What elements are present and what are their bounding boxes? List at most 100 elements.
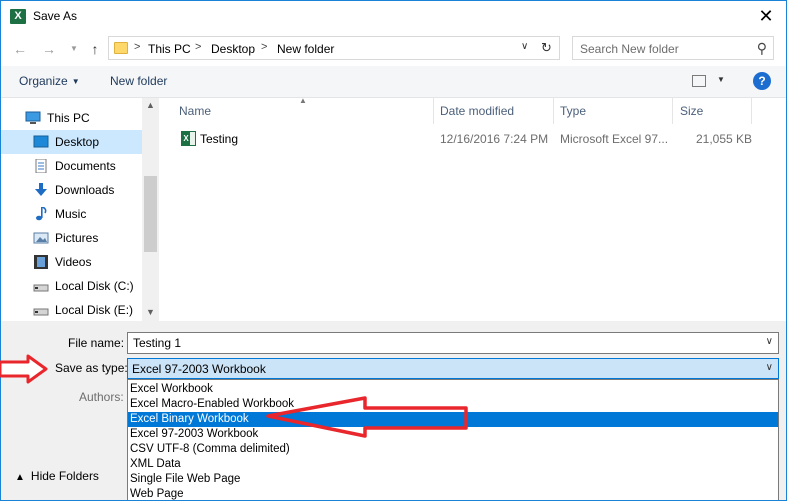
up-arrow-icon[interactable]: ↑	[87, 41, 103, 57]
excel-file-icon	[181, 131, 196, 146]
drive-icon	[33, 308, 49, 316]
file-name-input[interactable]: Testing 1 ∨	[127, 332, 779, 354]
file-type: Microsoft Excel 97...	[560, 132, 669, 146]
file-name: Testing	[200, 132, 239, 146]
music-icon	[36, 207, 47, 221]
save-as-type-label: Save as type:	[55, 361, 128, 375]
nav-item-music[interactable]: Music	[1, 202, 142, 226]
chevron-down-icon[interactable]: ∨	[766, 336, 773, 347]
drive-icon	[33, 284, 49, 292]
dropdown-option-web-page[interactable]: Web Page	[128, 487, 778, 500]
search-placeholder: Search New folder	[580, 42, 679, 56]
address-row: ← → ▼ ↑ > This PC > Desktop > New folder…	[1, 32, 786, 66]
column-header-date-modified[interactable]: Date modified	[440, 104, 514, 118]
nav-item-label: This PC	[47, 111, 90, 125]
chevron-up-icon: ▲	[15, 472, 25, 483]
desktop-icon	[33, 135, 49, 148]
close-button[interactable]: ✕	[756, 6, 776, 26]
authors-label: Authors:	[79, 390, 124, 404]
nav-item-label: Pictures	[55, 231, 99, 245]
hide-folders-button[interactable]: ▲ Hide Folders	[15, 469, 99, 483]
column-header-name[interactable]: Name	[179, 104, 211, 118]
nav-item-this-pc[interactable]: This PC	[1, 106, 142, 130]
dropdown-option-excel-workbook[interactable]: Excel Workbook	[128, 382, 778, 397]
dropdown-option-single-file-web-page[interactable]: Single File Web Page	[128, 472, 778, 487]
organize-button[interactable]: Organize ▼	[19, 74, 80, 88]
excel-icon	[10, 9, 26, 24]
save-as-dialog: Save As ✕ ← → ▼ ↑ > This PC > Desktop > …	[0, 0, 787, 501]
dropdown-option-excel-macro-enabled-workbook[interactable]: Excel Macro-Enabled Workbook	[128, 397, 778, 412]
nav-item-documents[interactable]: Documents	[1, 154, 142, 178]
search-input[interactable]: Search New folder ⚲	[572, 36, 774, 60]
column-divider[interactable]	[751, 98, 752, 124]
file-name-label: File name:	[68, 336, 125, 350]
file-date: 12/16/2016 7:24 PM	[440, 132, 549, 146]
scroll-down-icon[interactable]: ▼	[146, 307, 155, 317]
breadcrumb-separator: >	[195, 41, 202, 53]
sort-ascending-icon: ▲	[299, 96, 307, 105]
dropdown-option-excel-97-2003-workbook[interactable]: Excel 97-2003 Workbook	[128, 427, 778, 442]
breadcrumb-desktop[interactable]: Desktop	[211, 42, 255, 56]
command-bar: Organize ▼ New folder ▼ ?	[1, 66, 786, 98]
window-title: Save As	[33, 9, 78, 23]
downloads-icon	[35, 183, 47, 196]
navigation-pane: This PC Desktop Documents Downloads Musi…	[1, 98, 159, 321]
forward-arrow-icon[interactable]: →	[41, 41, 57, 57]
nav-scrollbar[interactable]: ▲ ▼	[142, 98, 159, 321]
refresh-icon[interactable]: ↻	[541, 40, 552, 56]
column-header-type[interactable]: Type	[560, 104, 586, 118]
help-icon[interactable]: ?	[753, 72, 771, 90]
nav-item-label: Downloads	[55, 183, 115, 197]
nav-item-label: Documents	[55, 159, 116, 173]
nav-item-pictures[interactable]: Pictures	[1, 226, 142, 250]
chevron-down-icon: ▼	[71, 77, 80, 86]
save-as-type-select[interactable]: Excel 97-2003 Workbook ∨	[127, 358, 779, 379]
chevron-down-icon[interactable]: ▼	[717, 75, 725, 84]
nav-item-label: Local Disk (C:)	[55, 279, 134, 293]
column-divider[interactable]	[433, 98, 434, 124]
nav-item-local-disk-e[interactable]: Local Disk (E:)	[1, 298, 142, 322]
dropdown-option-csv-utf8[interactable]: CSV UTF-8 (Comma delimited)	[128, 442, 778, 457]
nav-item-downloads[interactable]: Downloads	[1, 178, 142, 202]
file-row[interactable]: Testing 12/16/2016 7:24 PM Microsoft Exc…	[160, 128, 753, 150]
breadcrumb-separator: >	[261, 41, 268, 53]
file-name-value: Testing 1	[133, 336, 182, 350]
hide-folders-label: Hide Folders	[30, 469, 99, 483]
file-list: ▲ Name Date modified Type Size Testing 1…	[160, 96, 786, 321]
breadcrumb-separator: >	[134, 41, 141, 53]
computer-icon	[25, 111, 41, 124]
file-size: 21,055 KB	[696, 132, 753, 146]
dropdown-option-xml-data[interactable]: XML Data	[128, 457, 778, 472]
scroll-up-icon[interactable]: ▲	[146, 100, 155, 110]
nav-item-label: Local Disk (E:)	[55, 303, 134, 317]
nav-item-desktop[interactable]: Desktop	[1, 130, 142, 154]
organize-label: Organize	[19, 74, 68, 88]
save-as-type-value: Excel 97-2003 Workbook	[132, 362, 266, 376]
save-as-type-dropdown-list: Excel Workbook Excel Macro-Enabled Workb…	[127, 379, 779, 500]
back-arrow-icon[interactable]: ←	[12, 41, 28, 57]
pictures-icon	[33, 232, 49, 244]
breadcrumb-new-folder[interactable]: New folder	[277, 42, 334, 56]
nav-item-videos[interactable]: Videos	[1, 250, 142, 274]
title-bar: Save As ✕	[1, 1, 786, 32]
folder-icon	[114, 42, 128, 54]
scrollbar-thumb[interactable]	[144, 176, 157, 252]
column-divider[interactable]	[672, 98, 673, 124]
videos-icon	[34, 255, 48, 269]
recent-locations-dropdown-icon[interactable]: ▼	[66, 41, 82, 57]
breadcrumb-this-pc[interactable]: This PC	[148, 42, 191, 56]
nav-item-label: Desktop	[55, 135, 100, 149]
chevron-down-icon[interactable]: ∨	[766, 362, 773, 373]
new-folder-button[interactable]: New folder	[110, 74, 167, 88]
nav-item-label: Videos	[55, 255, 92, 269]
search-icon[interactable]: ⚲	[757, 40, 767, 57]
address-bar[interactable]: > This PC > Desktop > New folder ∨ ↻	[108, 36, 560, 60]
chevron-down-icon[interactable]: ∨	[521, 41, 528, 52]
documents-icon	[35, 159, 47, 173]
view-options-icon[interactable]	[692, 75, 706, 87]
column-header-size[interactable]: Size	[680, 104, 703, 118]
dropdown-option-excel-binary-workbook[interactable]: Excel Binary Workbook	[128, 412, 778, 427]
nav-item-local-disk-c[interactable]: Local Disk (C:)	[1, 274, 142, 298]
nav-item-label: Music	[55, 207, 87, 221]
column-divider[interactable]	[553, 98, 554, 124]
